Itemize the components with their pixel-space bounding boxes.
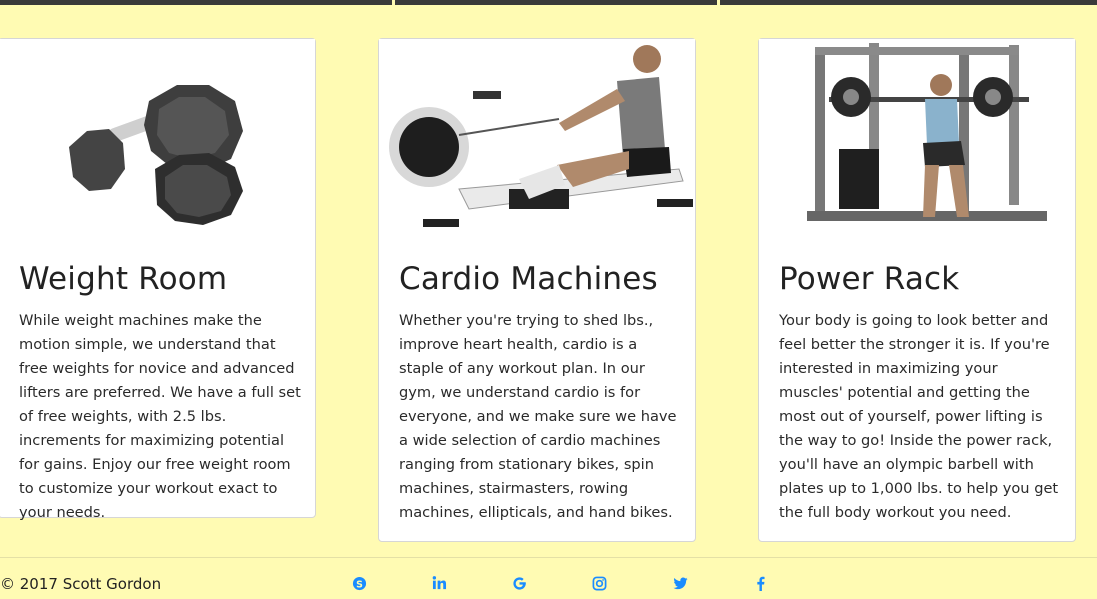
- power-rack-image: [759, 39, 1075, 239]
- dumbbell-image: [0, 39, 315, 239]
- rowing-machine-image: [379, 39, 695, 239]
- linkedin-icon[interactable]: [430, 574, 448, 592]
- skype-icon[interactable]: S: [350, 574, 368, 592]
- card-description: While weight machines make the motion si…: [19, 312, 301, 521]
- hero-image-bottom-edge: [0, 0, 1097, 5]
- card-title: Weight Room: [19, 261, 228, 297]
- facebook-icon[interactable]: [751, 574, 769, 592]
- copyright-text: © 2017 Scott Gordon: [0, 575, 162, 593]
- twitter-icon[interactable]: [671, 574, 689, 592]
- instagram-icon[interactable]: [590, 574, 608, 592]
- google-icon[interactable]: [510, 574, 528, 592]
- footer-divider: [0, 557, 1097, 558]
- card-description: Whether you're trying to shed lbs., impr…: [399, 312, 677, 521]
- card-power-rack: Power Rack Your body is going to look be…: [758, 38, 1076, 542]
- card-cardio-machines: Cardio Machines Whether you're trying to…: [378, 38, 696, 542]
- card-weight-room: Weight Room While weight machines make t…: [0, 38, 316, 521]
- card-title: Power Rack: [779, 261, 960, 297]
- card-description: Your body is going to look better and fe…: [779, 312, 1059, 521]
- card-title: Cardio Machines: [399, 261, 658, 297]
- svg-text:S: S: [356, 579, 363, 590]
